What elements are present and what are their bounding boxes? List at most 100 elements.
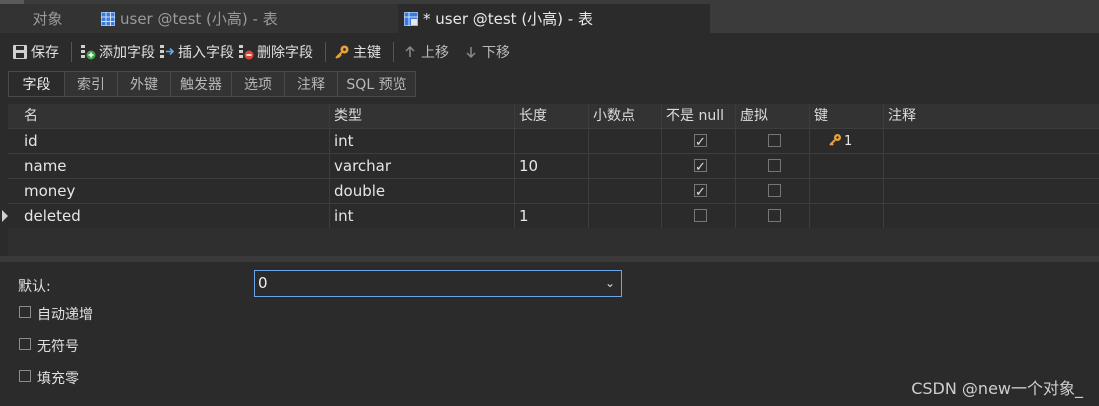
cell-comment[interactable] xyxy=(884,179,1099,203)
table-icon xyxy=(101,11,115,26)
cell-key[interactable] xyxy=(810,179,884,203)
subtab-comments[interactable]: 注释 xyxy=(285,71,338,97)
table-row[interactable]: deleted int 1 xyxy=(2,204,1099,229)
cell-virtual xyxy=(736,204,810,228)
not-null-checkbox[interactable] xyxy=(694,131,707,153)
tab-user-table-design[interactable]: * user @test (小高) - 表 xyxy=(398,4,710,33)
cell-comment[interactable] xyxy=(884,204,1099,228)
not-null-checkbox[interactable] xyxy=(694,156,707,178)
add-field-button[interactable]: 添加字段 xyxy=(80,40,155,64)
subtab-fields[interactable]: 字段 xyxy=(8,71,65,97)
add-field-label: 添加字段 xyxy=(99,45,155,61)
column-header-key[interactable]: 键 xyxy=(810,104,884,128)
cell-length[interactable]: 10 xyxy=(515,154,589,178)
tab-user-table[interactable]: user @test (小高) - 表 xyxy=(95,4,398,33)
cell-key[interactable] xyxy=(810,204,884,228)
primary-key-button[interactable]: 主键 xyxy=(334,40,381,64)
cell-type[interactable]: int xyxy=(330,204,515,228)
arrow-up-icon xyxy=(402,44,418,60)
cell-comment[interactable] xyxy=(884,154,1099,178)
cell-name[interactable]: id xyxy=(20,129,330,153)
toolbar-separator xyxy=(393,42,394,62)
panel-divider[interactable] xyxy=(0,256,1099,262)
cell-not-null xyxy=(662,204,736,228)
column-header-not-null[interactable]: 不是 null xyxy=(662,104,736,128)
grid-empty-area xyxy=(8,228,1099,256)
subtab-sql-preview[interactable]: SQL 预览 xyxy=(338,71,416,97)
cell-type[interactable]: varchar xyxy=(330,154,515,178)
cell-length[interactable] xyxy=(515,129,589,153)
column-header-decimals[interactable]: 小数点 xyxy=(589,104,662,128)
cell-decimals[interactable] xyxy=(589,154,662,178)
virtual-checkbox[interactable] xyxy=(768,159,781,172)
designer-subtabs: 字段 索引 外键 触发器 选项 注释 SQL 预览 xyxy=(8,71,416,97)
move-up-button[interactable]: 上移 xyxy=(402,40,449,64)
tab-label: * user @test (小高) - 表 xyxy=(423,10,593,28)
column-header-comment[interactable]: 注释 xyxy=(884,104,1099,128)
cell-decimals[interactable] xyxy=(589,129,662,153)
default-value-input[interactable]: 0 ⌄ xyxy=(254,270,622,297)
column-header-name[interactable]: 名 xyxy=(20,104,330,128)
cell-length[interactable]: 1 xyxy=(515,204,589,228)
auto-increment-checkbox[interactable] xyxy=(19,306,31,318)
cell-name[interactable]: deleted xyxy=(20,204,330,228)
key-icon xyxy=(828,130,842,154)
table-row[interactable]: name varchar 10 xyxy=(8,154,1099,179)
cell-not-null xyxy=(662,179,736,203)
not-null-checkbox[interactable] xyxy=(694,209,707,222)
insert-field-button[interactable]: 插入字段 xyxy=(159,40,234,64)
column-header-virtual[interactable]: 虚拟 xyxy=(736,104,810,128)
watermark: CSDN @new一个对象_ xyxy=(911,379,1083,398)
tab-label: 对象 xyxy=(32,10,63,28)
cell-type[interactable]: int xyxy=(330,129,515,153)
zerofill-checkbox[interactable] xyxy=(19,370,31,382)
insert-field-label: 插入字段 xyxy=(178,45,234,61)
grid-header: 名 类型 长度 小数点 不是 null 虚拟 键 注释 xyxy=(8,104,1099,129)
cell-name[interactable]: money xyxy=(20,179,330,203)
cell-key[interactable] xyxy=(810,154,884,178)
cell-name[interactable]: name xyxy=(20,154,330,178)
cell-virtual xyxy=(736,179,810,203)
delete-field-label: 删除字段 xyxy=(257,45,313,61)
subtab-label: 字段 xyxy=(22,77,51,93)
subtab-label: 触发器 xyxy=(180,77,222,93)
move-up-label: 上移 xyxy=(421,45,449,61)
virtual-checkbox[interactable] xyxy=(768,184,781,197)
chevron-down-icon[interactable]: ⌄ xyxy=(605,271,615,296)
unsigned-label: 无符号 xyxy=(37,339,79,355)
save-label: 保存 xyxy=(31,45,59,61)
key-order: 1 xyxy=(844,133,853,149)
table-row[interactable]: money double xyxy=(8,179,1099,204)
move-down-label: 下移 xyxy=(482,45,510,61)
delete-field-button[interactable]: 删除字段 xyxy=(238,40,313,64)
cell-key[interactable]: 1 xyxy=(810,129,884,153)
unsigned-checkbox[interactable] xyxy=(19,338,31,350)
add-field-icon xyxy=(80,44,96,60)
tab-bar: 对象 user @test (小高) - 表 * user @test (小高)… xyxy=(0,0,1099,33)
tab-objects[interactable]: 对象 xyxy=(0,4,95,33)
column-header-length[interactable]: 长度 xyxy=(515,104,589,128)
cell-decimals[interactable] xyxy=(589,179,662,203)
subtab-foreign-keys[interactable]: 外键 xyxy=(118,71,171,97)
save-button[interactable]: 保存 xyxy=(12,40,59,64)
virtual-checkbox[interactable] xyxy=(768,209,781,222)
not-null-checkbox[interactable] xyxy=(694,181,707,203)
subtab-options[interactable]: 选项 xyxy=(232,71,285,97)
subtab-indexes[interactable]: 索引 xyxy=(65,71,118,97)
arrow-down-icon xyxy=(463,44,479,60)
cell-virtual xyxy=(736,129,810,153)
virtual-checkbox[interactable] xyxy=(768,134,781,147)
cell-type[interactable]: double xyxy=(330,179,515,203)
cell-length[interactable] xyxy=(515,179,589,203)
fields-grid: 名 类型 长度 小数点 不是 null 虚拟 键 注释 idint1nameva… xyxy=(2,104,1099,229)
zerofill-label: 填充零 xyxy=(37,371,79,387)
subtab-triggers[interactable]: 触发器 xyxy=(171,71,232,97)
save-icon xyxy=(12,44,28,60)
move-down-button[interactable]: 下移 xyxy=(463,40,510,64)
cell-decimals[interactable] xyxy=(589,204,662,228)
table-row[interactable]: idint 1 xyxy=(8,129,1099,154)
cell-comment[interactable] xyxy=(884,129,1099,153)
column-header-type[interactable]: 类型 xyxy=(330,104,515,128)
cell-not-null xyxy=(662,154,736,178)
subtab-label: 选项 xyxy=(244,77,272,93)
